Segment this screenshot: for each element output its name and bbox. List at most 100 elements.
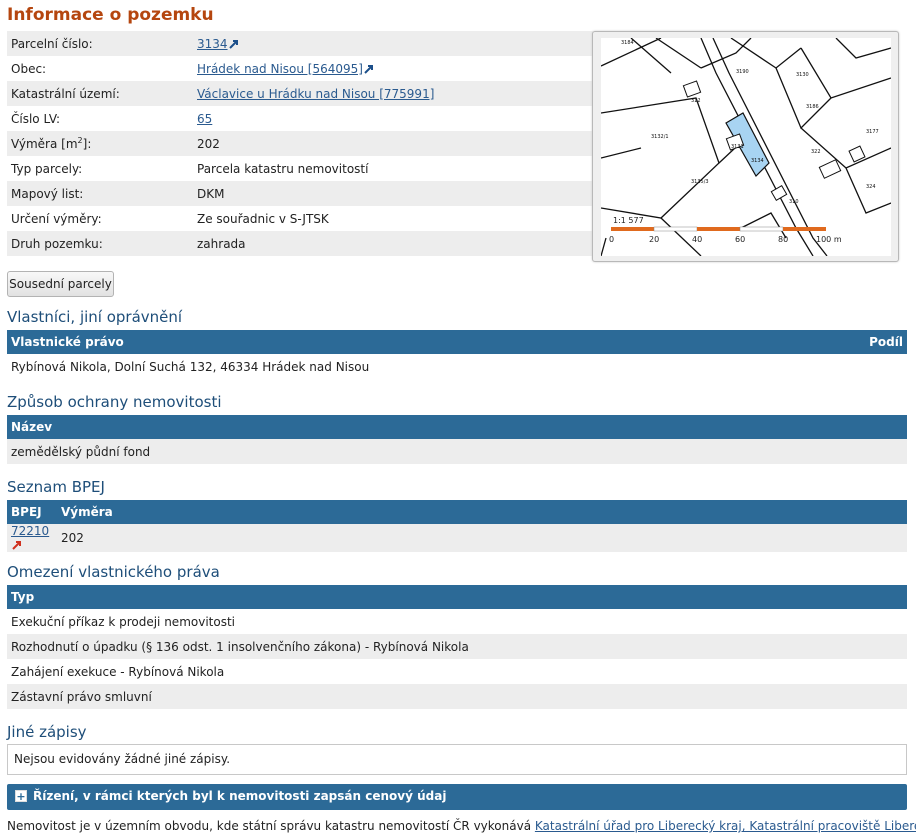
- footer-note: Nemovitost je v územním obvodu, kde stát…: [7, 819, 916, 833]
- info-value: Ze souřadnic v S-JTSK: [197, 211, 329, 226]
- info-value: Parcela katastru nemovitostí: [197, 161, 369, 176]
- restriction-cell: Zahájení exekuce - Rybínová Nikola: [11, 664, 225, 679]
- scale-bar-segment: [697, 227, 740, 231]
- info-row: Výměra [m2]: 202: [7, 131, 593, 156]
- info-row: Katastrální území: Václavice u Hrádku na…: [7, 81, 593, 106]
- map-parcel-label: 3184: [621, 40, 634, 46]
- protection-section-title: Způsob ochrany nemovitosti: [7, 393, 222, 411]
- info-label: Určení výměry:: [11, 211, 102, 226]
- restrictions-section-title: Omezení vlastnického práva: [7, 563, 220, 581]
- info-value: 202: [193, 131, 593, 156]
- scale-tick: 80: [778, 235, 788, 244]
- bpej-table: BPEJ Výměra 72210 202: [7, 500, 907, 552]
- info-label: Číslo LV:: [11, 111, 61, 126]
- table-row: 72210 202: [7, 524, 907, 552]
- parcel-number-link[interactable]: 3134: [197, 37, 228, 51]
- map-scale-label: 1:1 577: [613, 216, 644, 225]
- owners-section-title: Vlastníci, jiní oprávnění: [7, 308, 183, 326]
- info-row: Určení výměry: Ze souřadnic v S-JTSK: [7, 206, 593, 231]
- column-header: Název: [7, 415, 907, 439]
- municipality-link[interactable]: Hrádek nad Nisou [564095]: [197, 62, 363, 76]
- scale-tick: 0: [609, 235, 614, 244]
- cadastral-area-link[interactable]: Václavice u Hrádku nad Nisou [775991]: [197, 87, 434, 101]
- info-row: Obec: Hrádek nad Nisou [564095]: [7, 56, 593, 81]
- other-records-section-title: Jiné zápisy: [7, 723, 87, 741]
- info-row: Číslo LV: 65: [7, 106, 593, 131]
- table-header: Typ: [7, 585, 907, 609]
- price-proceedings-label: Řízení, v rámci kterých byl k nemovitost…: [33, 789, 447, 803]
- scale-tick: 100 m: [816, 235, 842, 244]
- other-records-note: Nejsou evidovány žádné jiné zápisy.: [7, 744, 907, 775]
- lv-number-link[interactable]: 65: [197, 112, 212, 126]
- cadastral-map[interactable]: 3184 3132/1 312 3131 3134 3135/3 3190 31…: [601, 38, 891, 256]
- plus-box-icon: +: [15, 790, 27, 803]
- table-row: Exekuční příkaz k prodeji nemovitosti: [7, 609, 907, 634]
- map-parcel-label: 3190: [736, 69, 749, 75]
- info-row: Parcelní číslo: 3134: [7, 31, 593, 56]
- protection-table: Název zemědělský půdní fond: [7, 415, 907, 464]
- column-header: BPEJ: [7, 500, 57, 524]
- info-value: Václavice u Hrádku nad Nisou [775991]: [193, 81, 593, 106]
- column-header: Typ: [7, 585, 907, 609]
- owner-cell: Rybínová Nikola, Dolní Suchá 132, 46334 …: [11, 359, 370, 374]
- info-row: Druh pozemku: zahrada: [7, 231, 593, 256]
- info-value: DKM: [193, 181, 593, 206]
- map-parcel-label: 3132/1: [651, 134, 669, 140]
- bpej-code-cell: 72210: [7, 524, 57, 552]
- info-label: Parcelní číslo:: [7, 31, 193, 56]
- info-row: Typ parcely: Parcela katastru nemovitost…: [7, 156, 593, 181]
- table-row: Rozhodnutí o úpadku (§ 136 odst. 1 insol…: [7, 634, 907, 659]
- map-parcel-label: 310: [789, 199, 799, 205]
- scale-tick: 60: [735, 235, 745, 244]
- table-row: Zástavní právo smluvní: [7, 684, 907, 709]
- scale-bar-segment: [611, 227, 654, 231]
- restriction-cell: Zástavní právo smluvní: [7, 684, 907, 709]
- info-value: Hrádek nad Nisou [564095]: [193, 56, 593, 81]
- bpej-area-cell: 202: [57, 524, 907, 552]
- table-header: Název: [7, 415, 907, 439]
- external-link-icon[interactable]: [228, 39, 239, 49]
- map-parcel-label: 322: [811, 149, 821, 155]
- table-row: zemědělský půdní fond: [7, 439, 907, 464]
- scale-bar-segment: [783, 227, 826, 231]
- scale-tick: 20: [649, 235, 659, 244]
- footer-text: Nemovitost je v územním obvodu, kde stát…: [7, 819, 532, 833]
- column-header: Výměra: [57, 500, 907, 524]
- info-label: Obec:: [11, 61, 47, 76]
- page-title: Informace o pozemku: [7, 5, 214, 25]
- map-parcel-label: 3134: [751, 158, 764, 164]
- info-value: zahrada: [193, 231, 593, 256]
- bpej-section-title: Seznam BPEJ: [7, 478, 105, 496]
- info-label: Výměra [m2]:: [7, 131, 193, 156]
- info-value: 3134: [193, 31, 593, 56]
- bpej-code-link[interactable]: 72210: [11, 524, 49, 538]
- table-row: Zahájení exekuce - Rybínová Nikola: [7, 659, 907, 684]
- protection-cell: zemědělský půdní fond: [7, 439, 907, 464]
- info-label: Typ parcely:: [11, 161, 83, 176]
- map-parcel-label: 3186: [806, 104, 819, 110]
- external-link-icon[interactable]: [12, 540, 22, 550]
- restrictions-table: Typ Exekuční příkaz k prodeji nemovitost…: [7, 585, 907, 709]
- table-row: Rybínová Nikola, Dolní Suchá 132, 46334 …: [7, 354, 907, 379]
- table-header: BPEJ Výměra: [7, 500, 907, 524]
- map-parcel-label: 312: [691, 98, 701, 104]
- price-proceedings-toggle[interactable]: + Řízení, v rámci kterých byl k nemovitos…: [7, 784, 907, 810]
- external-link-icon[interactable]: [364, 64, 374, 74]
- info-label: Mapový list:: [7, 181, 193, 206]
- info-value: 65: [193, 106, 593, 131]
- info-label: Katastrální území:: [7, 81, 193, 106]
- info-row: Mapový list: DKM: [7, 181, 593, 206]
- parcel-info-table: Parcelní číslo: 3134 Obec: Hrádek nad Ni…: [7, 31, 593, 256]
- map-parcel-label: 3130: [796, 72, 809, 78]
- column-header: Vlastnické právo: [7, 330, 676, 354]
- neighbor-parcels-button[interactable]: Sousední parcely: [7, 271, 114, 297]
- scale-tick: 40: [692, 235, 702, 244]
- map-parcel-label: 3177: [866, 129, 879, 135]
- map-parcel-label: 3131: [731, 144, 744, 150]
- cadastral-map-preview[interactable]: 3184 3132/1 312 3131 3134 3135/3 3190 31…: [592, 31, 899, 262]
- column-header: Podíl: [675, 330, 907, 354]
- cadastral-office-link[interactable]: Katastrální úřad pro Liberecký kraj, Kat…: [535, 819, 916, 833]
- info-label: Druh pozemku:: [7, 231, 193, 256]
- scale-bar-segment: [653, 226, 698, 232]
- owners-table: Vlastnické právo Podíl Rybínová Nikola, …: [7, 330, 907, 379]
